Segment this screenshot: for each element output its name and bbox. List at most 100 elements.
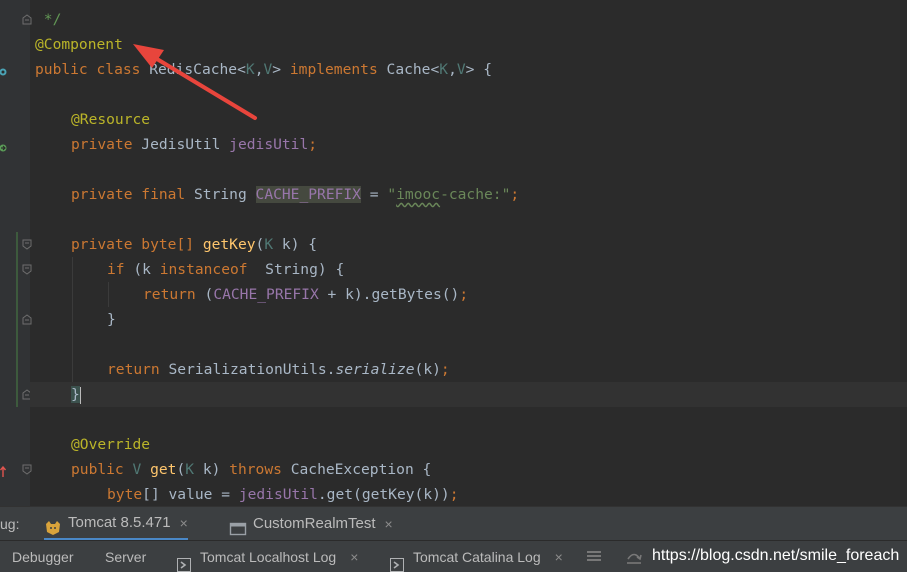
type-param: V (263, 61, 273, 78)
type-name: CacheException (290, 461, 423, 478)
debug-label: ug: (0, 516, 20, 532)
tomcat-icon (44, 515, 62, 535)
type-param: K (264, 236, 274, 253)
keyword: public class (35, 61, 150, 78)
type-param: V (456, 61, 466, 78)
punct: < (430, 61, 440, 78)
tab-tomcat-catalina-log[interactable]: Tomcat Catalina Log × (390, 541, 563, 572)
field-name: jedisUtil (229, 136, 309, 153)
keyword: private (71, 236, 142, 253)
keyword: throws (229, 461, 291, 478)
tab-customrealmtest-label: CustomRealmTest (253, 515, 376, 532)
log-icon (177, 550, 191, 572)
code-line-getkey-signature: private byte[] getKey(K k) { (71, 232, 317, 257)
punct: < (237, 61, 246, 78)
code-line-get-value: byte[] value = jedisUtil.get(getKey(k)); (107, 482, 458, 506)
tab-debugger[interactable]: Debugger (12, 541, 74, 572)
expression: + k).getBytes (318, 286, 442, 303)
close-icon[interactable]: × (555, 540, 563, 572)
code-line-get-signature: public V get(K k) throws CacheException … (71, 457, 431, 482)
keyword: private (71, 136, 142, 153)
code-line-if-instanceof: if (k instanceof String) { (107, 257, 344, 282)
punct: ; (308, 136, 318, 153)
code-line-comment-end: */ (35, 7, 62, 32)
punct: ) { (290, 236, 318, 253)
field-name: CACHE_PREFIX (213, 286, 319, 303)
punct: ( (255, 236, 265, 253)
debug-tool-window-tabs: ug: Tomcat 8.5.471 × CustomRealmTest × (0, 506, 907, 541)
code-line-override: @Override (71, 432, 150, 457)
tab-tomcat[interactable]: Tomcat 8.5.471 × (44, 507, 188, 541)
type-param: V (132, 461, 151, 478)
punct: () (441, 286, 460, 303)
punct: ; (449, 486, 459, 503)
code-line-close-if: } (107, 307, 116, 332)
string-literal: -cache: (440, 186, 502, 203)
tab-tomcat-label: Tomcat 8.5.471 (68, 513, 171, 531)
type-name: String (265, 261, 318, 278)
method-name: get (150, 461, 177, 478)
log-icon (390, 550, 404, 572)
punct: > { (465, 61, 493, 78)
code-lines: */ @Component public class RedisCache<K,… (0, 0, 907, 506)
punct: ( (176, 461, 186, 478)
code-line-return-serialize: return SerializationUtils.serialize(k); (107, 357, 450, 382)
string-typo: imooc (396, 186, 441, 203)
annotation-component: @Component (35, 36, 123, 53)
code-editor[interactable]: */ @Component public class RedisCache<K,… (0, 0, 907, 506)
tab-tomcat-catalina-log-label: Tomcat Catalina Log (413, 549, 541, 565)
tab-tomcat-localhost-log[interactable]: Tomcat Localhost Log × (177, 541, 358, 572)
code-line-prefix-constant: private final String CACHE_PREFIX = "imo… (71, 182, 519, 207)
punct: ; (440, 361, 450, 378)
param-name: k) (194, 461, 230, 478)
keyword: byte (141, 236, 177, 253)
console-icon (229, 516, 247, 536)
tab-debugger-label: Debugger (12, 549, 74, 565)
close-icon[interactable]: × (385, 507, 393, 541)
keyword: if (107, 261, 134, 278)
tab-tomcat-localhost-log-label: Tomcat Localhost Log (200, 549, 337, 565)
tab-customrealmtest[interactable]: CustomRealmTest × (229, 507, 393, 541)
punct: (k (133, 261, 160, 278)
type-param: K (439, 61, 449, 78)
close-icon[interactable]: × (350, 540, 358, 572)
static-method: serialize (335, 361, 415, 378)
class-name: SerializationUtils. (168, 361, 336, 378)
debug-sub-tabs: Debugger Server Tomcat Localhost Log × T… (0, 540, 907, 572)
code-line-class-declaration: public class RedisCache<K,V> implements … (35, 57, 492, 82)
interface-name: Cache (386, 61, 431, 78)
tab-server-label: Server (105, 549, 147, 565)
csdn-watermark: https://blog.csdn.net/smile_foreach (652, 547, 900, 564)
tab-server[interactable]: Server (105, 541, 146, 572)
code-line-resource: @Resource (71, 107, 150, 132)
keyword: byte (107, 486, 143, 503)
punct: , (448, 61, 457, 78)
code-line-component: @Component (35, 32, 123, 57)
punct: > (272, 61, 290, 78)
annotation-resource: @Resource (71, 111, 151, 128)
text-caret (79, 386, 81, 404)
code-line-jedis-field: private JedisUtil jedisUtil; (71, 132, 317, 157)
expression: (k) (414, 361, 441, 378)
matched-brace: } (71, 386, 80, 403)
field-name: jedisUtil (238, 486, 318, 503)
type-param: K (245, 61, 255, 78)
step-over-icon[interactable] (625, 549, 643, 565)
keyword: public (71, 461, 133, 478)
layout-menu-icon[interactable] (585, 549, 603, 565)
string-quote: " (387, 186, 397, 203)
keyword: return (107, 361, 169, 378)
expression: .get(getKey(k)) (317, 486, 450, 503)
punct: ) { (317, 261, 345, 278)
type-name: JedisUtil (141, 136, 230, 153)
expression: [] value = (142, 486, 239, 503)
annotation-override: @Override (71, 436, 151, 453)
punct: ( (204, 286, 214, 303)
punct: , (254, 61, 264, 78)
keyword: return (143, 286, 205, 303)
method-name: getKey (202, 236, 256, 253)
param-name: k (273, 236, 291, 253)
field-name-highlighted: CACHE_PREFIX (255, 186, 361, 203)
punct: { (422, 461, 432, 478)
close-icon[interactable]: × (180, 506, 188, 540)
